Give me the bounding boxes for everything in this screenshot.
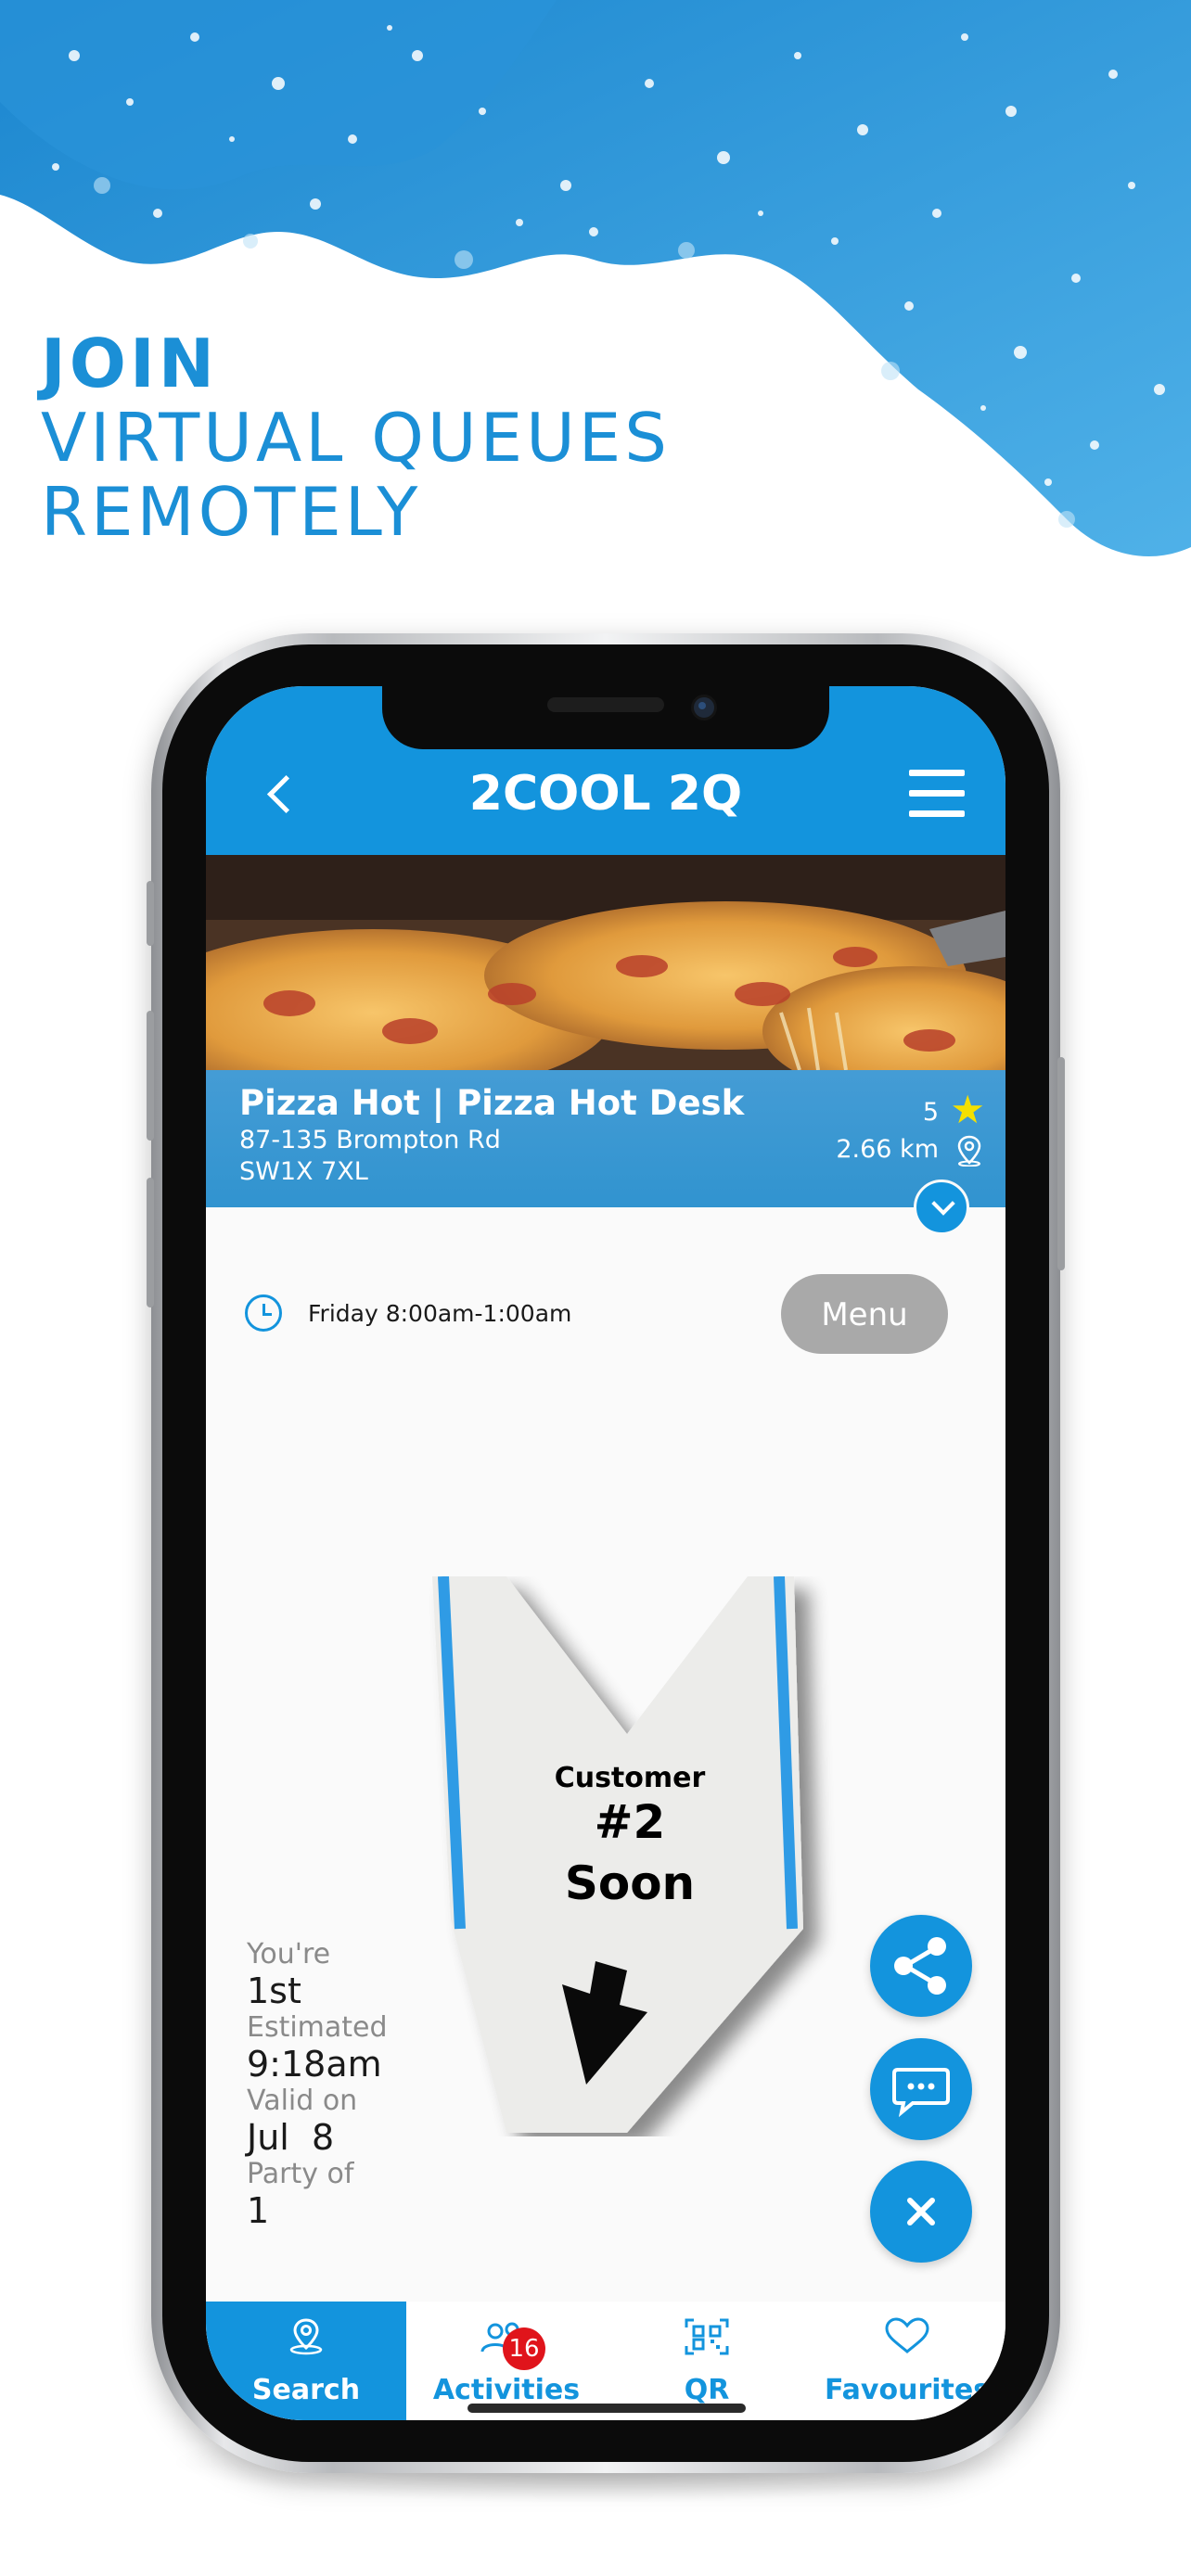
tab-favourites-label: Favourites <box>824 2374 991 2406</box>
speaker-grille <box>547 697 664 712</box>
expand-details-button[interactable] <box>914 1180 969 1235</box>
valid-on-label: Valid on <box>247 2085 358 2117</box>
estimated-label: Estimated <box>247 2011 388 2044</box>
party-value: 1 <box>247 2190 270 2231</box>
venue-hero-image <box>206 855 1005 1070</box>
chat-icon <box>892 2068 950 2118</box>
activities-badge: 16 <box>503 2327 545 2370</box>
party-label: Party of <box>247 2158 354 2190</box>
ticket-status: Soon <box>564 1856 696 1910</box>
promo-headline: JOIN VIRTUAL QUEUES REMOTELY <box>41 326 671 549</box>
power-button <box>1057 1057 1065 1270</box>
promo-line-1: JOIN <box>41 325 219 402</box>
ticket-number: #2 <box>594 1795 666 1849</box>
phone-notch <box>382 686 829 749</box>
queue-info: You're 1st Estimated 9:18am Valid on Jul… <box>247 1938 388 2231</box>
pizza-photo <box>206 855 1005 1070</box>
share-button[interactable] <box>870 1915 972 2017</box>
venue-rating: 5 <box>922 1098 939 1127</box>
qr-code-icon <box>685 2318 729 2355</box>
clock-icon <box>245 1294 282 1332</box>
venue-address-line-1: 87-135 Brompton Rd <box>239 1126 501 1154</box>
bottom-tab-bar: Search 16 Activities QR Favourites <box>206 2302 1005 2420</box>
star-icon: ★ <box>950 1087 985 1132</box>
app-title: 2COOL 2Q <box>468 766 743 822</box>
venue-name: Pizza Hot | Pizza Hot Desk <box>239 1083 745 1123</box>
tab-qr-label: QR <box>684 2374 730 2406</box>
share-icon <box>894 1937 946 1995</box>
home-indicator <box>467 2404 746 2413</box>
location-pin-icon <box>957 1135 981 1167</box>
volume-down-button <box>147 1178 154 1307</box>
close-button[interactable] <box>870 2161 972 2263</box>
position-label: You're <box>247 1938 331 1970</box>
tab-activities[interactable]: 16 Activities <box>406 2302 607 2420</box>
venue-distance: 2.66 km <box>836 1135 939 1164</box>
hamburger-icon[interactable] <box>909 770 965 818</box>
ticket-heading: Customer <box>554 1762 706 1794</box>
estimated-value: 9:18am <box>247 2044 382 2085</box>
position-value: 1st <box>247 1970 301 2011</box>
promo-line-2: VIRTUAL QUEUES <box>41 399 671 477</box>
valid-on-value: Jul 8 <box>247 2117 335 2158</box>
tab-activities-label: Activities <box>432 2374 581 2406</box>
tab-favourites[interactable]: Favourites <box>807 2302 1005 2420</box>
heart-icon <box>885 2317 929 2353</box>
close-icon <box>907 2198 935 2225</box>
front-camera <box>691 695 717 721</box>
mute-switch <box>147 881 154 946</box>
tab-qr[interactable]: QR <box>607 2302 807 2420</box>
phone-screen: 2COOL 2Q Pizza Hot | Pizza Hot Desk 87-1… <box>206 686 1005 2420</box>
opening-hours: Friday 8:00am-1:00am <box>308 1300 572 1327</box>
promo-line-3: REMOTELY <box>41 473 422 551</box>
location-pin-icon <box>289 2318 323 2355</box>
tab-search[interactable]: Search <box>206 2302 406 2420</box>
tab-search-label: Search <box>251 2374 361 2406</box>
volume-up-button <box>147 1011 154 1141</box>
venue-address-line-2: SW1X 7XL <box>239 1157 368 1186</box>
menu-button[interactable]: Menu <box>781 1274 948 1354</box>
chat-button[interactable] <box>870 2038 972 2140</box>
